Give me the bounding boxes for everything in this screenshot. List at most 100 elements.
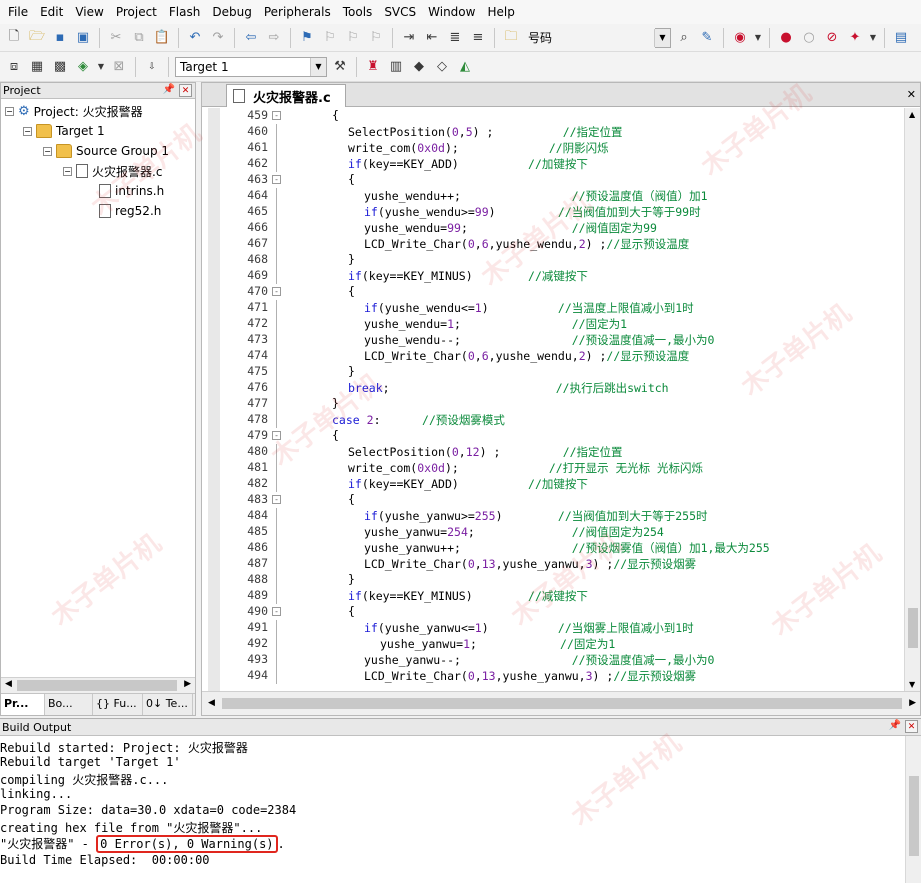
close-icon[interactable]: ✕ — [905, 720, 918, 733]
code-line[interactable]: 478 case 2: //预设烟雾模式 — [202, 412, 902, 428]
code-line[interactable]: 474 LCD_Write_Char(0,6,yushe_wendu,2) ;//… — [202, 348, 902, 364]
project-horizontal-scrollbar[interactable]: ◀ ▶ — [1, 677, 195, 693]
editor-horizontal-scrollbar[interactable]: ◀ ▶ — [202, 691, 920, 715]
download-load-icon[interactable]: ⇩ — [142, 57, 162, 77]
tab-functions[interactable]: {} Fu... — [93, 694, 143, 715]
code-area[interactable]: 459-{460 SelectPosition(0,5) ; //指定位置 461 w… — [202, 108, 904, 691]
scroll-up-icon[interactable]: ▲ — [909, 110, 915, 119]
menu-debug[interactable]: Debug — [206, 1, 257, 23]
menu-file[interactable]: File — [2, 1, 34, 23]
code-line[interactable]: 464 yushe_wendu++; //预设温度值（阀值）加1 — [202, 188, 902, 204]
tab-project[interactable]: Pr... — [1, 694, 45, 715]
select-packs-icon[interactable]: ◇ — [432, 57, 452, 77]
copy-icon[interactable]: ⧉ — [129, 28, 149, 48]
code-line[interactable]: 476 break; //执行后跳出switch — [202, 380, 902, 396]
incremental-find-icon[interactable]: ✎ — [697, 28, 717, 48]
navigate-back-icon[interactable]: ⇦ — [241, 28, 261, 48]
scroll-thumb[interactable] — [908, 608, 918, 648]
find-text[interactable]: 号码 — [524, 29, 652, 46]
scroll-thumb[interactable] — [909, 776, 919, 856]
next-bookmark-icon[interactable]: ⚐ — [343, 28, 363, 48]
code-line[interactable]: 470- { — [202, 284, 902, 300]
code-line[interactable]: 460 SelectPosition(0,5) ; //指定位置 — [202, 124, 902, 140]
stop-build-icon[interactable]: ⊠ — [109, 57, 129, 77]
new-file-icon[interactable]: 🗋 — [4, 28, 24, 48]
kill-breakpoints-icon[interactable]: ⊘ — [822, 28, 842, 48]
collapse-icon[interactable]: − — [43, 146, 52, 156]
batch-dropdown-icon[interactable]: ▼ — [96, 57, 106, 77]
code-line[interactable]: 487 LCD_Write_Char(0,13,yushe_yanwu,3) ;/… — [202, 556, 902, 572]
build-output-text[interactable]: Rebuild started: Project: 火灾报警器 Rebuild … — [0, 739, 903, 883]
menu-flash[interactable]: Flash — [163, 1, 206, 23]
collapse-icon[interactable]: − — [63, 166, 72, 176]
tree-item-include[interactable]: reg52.h — [99, 201, 161, 221]
code-line[interactable]: 484 if(yushe_yanwu>=255) //当阀值加到大于等于255时 — [202, 508, 902, 524]
code-line[interactable]: 468} — [202, 252, 902, 268]
pin-icon[interactable]: 📌 — [163, 84, 175, 95]
collapse-icon[interactable]: − — [5, 106, 14, 116]
file-extensions-icon[interactable]: ▥ — [386, 57, 406, 77]
code-line[interactable]: 465 if(yushe_wendu>=99) //当阀值加到大于等于99时 — [202, 204, 902, 220]
save-icon[interactable]: ▪ — [50, 28, 70, 48]
menu-svcs[interactable]: SVCS — [378, 1, 422, 23]
menu-peripherals[interactable]: Peripherals — [258, 1, 337, 23]
code-line[interactable]: 494 LCD_Write_Char(0,13,yushe_yanwu,3) ;/… — [202, 668, 902, 684]
scroll-thumb[interactable] — [222, 698, 902, 709]
manage-components-icon[interactable]: ♜ — [363, 57, 383, 77]
rebuild-icon[interactable]: ▩ — [50, 57, 70, 77]
open-folder-icon[interactable]: 🗁 — [27, 28, 47, 48]
tab-templates[interactable]: 0↓ Te... — [143, 694, 193, 715]
tree-item-source-group[interactable]: − Source Group 1 — [43, 141, 169, 161]
bookmark-icon[interactable]: ⚑ — [297, 28, 317, 48]
code-line[interactable]: 462 if(key==KEY_ADD) //加键按下 — [202, 156, 902, 172]
build-vertical-scrollbar[interactable] — [905, 736, 921, 883]
collapse-icon[interactable]: − — [23, 126, 32, 136]
code-line[interactable]: 466 yushe_wendu=99; //阀值固定为99 — [202, 220, 902, 236]
code-line[interactable]: 471 if(yushe_wendu<=1) //当温度上限值减小到1时 — [202, 300, 902, 316]
find-in-files-icon[interactable]: 🗀 — [501, 28, 521, 48]
paste-icon[interactable]: 📋 — [152, 28, 172, 48]
code-line[interactable]: 479- { — [202, 428, 902, 444]
find-icon[interactable]: ⌕ — [674, 28, 694, 48]
fold-toggle-icon[interactable]: - — [272, 175, 281, 184]
code-line[interactable]: 486 yushe_yanwu++; //预设烟雾值（阀值）加1,最大为255 — [202, 540, 902, 556]
tab-books[interactable]: Bo... — [45, 694, 93, 715]
scroll-left-icon[interactable]: ◀ — [208, 698, 215, 708]
undo-icon[interactable]: ↶ — [185, 28, 205, 48]
window-layout-icon[interactable]: ▤ — [891, 28, 911, 48]
code-line[interactable]: 480 SelectPosition(0,12) ; //指定位置 — [202, 444, 902, 460]
translate-icon[interactable]: ⧈ — [4, 57, 24, 77]
fold-toggle-icon[interactable]: - — [272, 607, 281, 616]
code-line[interactable]: 473 yushe_wendu--; //预设温度值减一,最小为0 — [202, 332, 902, 348]
indent-icon[interactable]: ⇥ — [399, 28, 419, 48]
fold-toggle-icon[interactable]: - — [272, 495, 281, 504]
scroll-right-icon[interactable]: ▶ — [184, 679, 191, 689]
code-line[interactable]: 481 write_com(0x0d); //打开显示 无光标 光标闪烁 — [202, 460, 902, 476]
tree-item-source-file[interactable]: − 火灾报警器.c — [63, 161, 162, 181]
code-line[interactable]: 459- { — [202, 108, 902, 124]
uncomment-icon[interactable]: ≡ — [468, 28, 488, 48]
code-line[interactable]: 491 if(yushe_yanwu<=1) //当烟雾上限值减小到1时 — [202, 620, 902, 636]
scroll-left-icon[interactable]: ◀ — [5, 679, 12, 689]
code-line[interactable]: 475} — [202, 364, 902, 380]
code-line[interactable]: 469 if(key==KEY_MINUS) //减键按下 — [202, 268, 902, 284]
code-line[interactable]: 467 LCD_Write_Char(0,6,yushe_wendu,2) ;//… — [202, 236, 902, 252]
menu-window[interactable]: Window — [422, 1, 481, 23]
tab-source-file[interactable]: 火灾报警器.c — [226, 84, 346, 107]
save-all-icon[interactable]: ▣ — [73, 28, 93, 48]
fold-toggle-icon[interactable]: - — [272, 287, 281, 296]
code-line[interactable]: 472 yushe_wendu=1; //固定为1 — [202, 316, 902, 332]
editor-vertical-scrollbar[interactable]: ▲ ▼ — [904, 108, 920, 691]
code-line[interactable]: 493 yushe_yanwu--; //预设温度值减一,最小为0 — [202, 652, 902, 668]
code-line[interactable]: 483- { — [202, 492, 902, 508]
code-line[interactable]: 485 yushe_yanwu=254; //阀值固定为254 — [202, 524, 902, 540]
scroll-right-icon[interactable]: ▶ — [909, 698, 916, 708]
start-debug-icon[interactable]: ◉ — [730, 28, 750, 48]
debug-dropdown-icon[interactable]: ▼ — [753, 28, 763, 48]
code-line[interactable]: 490- { — [202, 604, 902, 620]
clear-bookmarks-icon[interactable]: ⚐ — [366, 28, 386, 48]
code-line[interactable]: 477} — [202, 396, 902, 412]
tree-item-include[interactable]: intrins.h — [99, 181, 164, 201]
menu-view[interactable]: View — [69, 1, 109, 23]
fold-toggle-icon[interactable]: - — [272, 431, 281, 440]
